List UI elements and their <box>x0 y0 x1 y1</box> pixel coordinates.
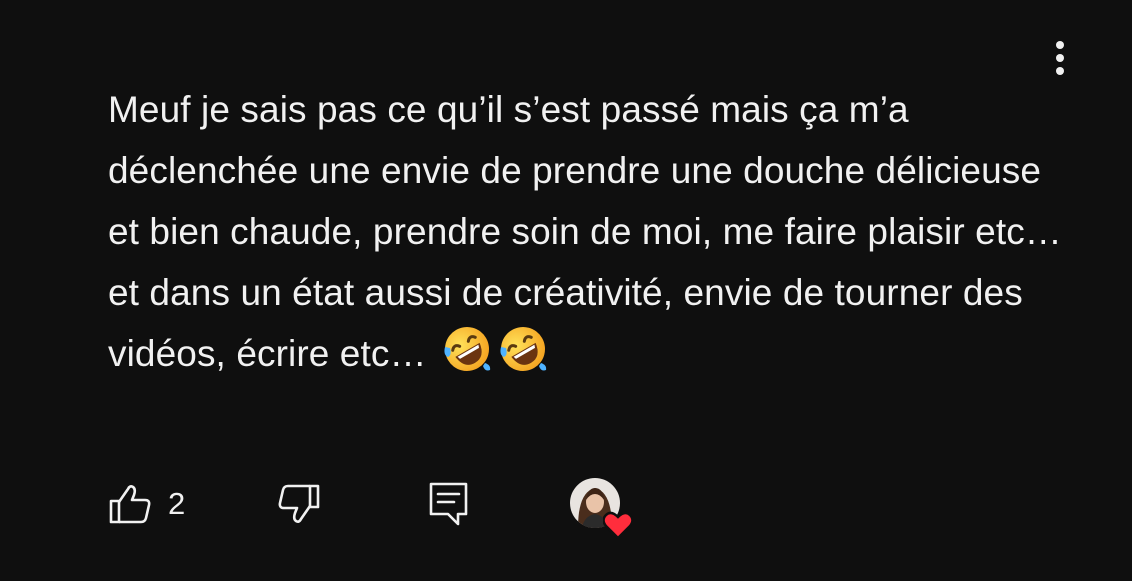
rolling-on-floor-laughing-emoji <box>497 323 549 375</box>
like-count: 2 <box>168 486 186 521</box>
reply-icon <box>429 482 468 526</box>
comment-actions: 2 <box>0 470 1132 540</box>
comment-body: Meuf je sais pas ce qu’il s’est passé ma… <box>108 79 1068 384</box>
comment-text: Meuf je sais pas ce qu’il s’est passé ma… <box>108 89 1062 374</box>
reply-button[interactable] <box>428 481 470 527</box>
like-button[interactable]: 2 <box>108 483 185 525</box>
dislike-button[interactable] <box>275 483 321 525</box>
more-options-button[interactable] <box>1040 36 1080 80</box>
heart-icon <box>603 511 633 539</box>
rolling-on-floor-laughing-emoji <box>441 323 493 375</box>
comment-card: Meuf je sais pas ce qu’il s’est passé ma… <box>0 0 1132 581</box>
thumbs-up-icon <box>109 485 151 524</box>
thumbs-down-icon <box>278 484 320 523</box>
creator-heart-badge <box>570 478 636 539</box>
more-vertical-icon <box>1056 41 1064 75</box>
